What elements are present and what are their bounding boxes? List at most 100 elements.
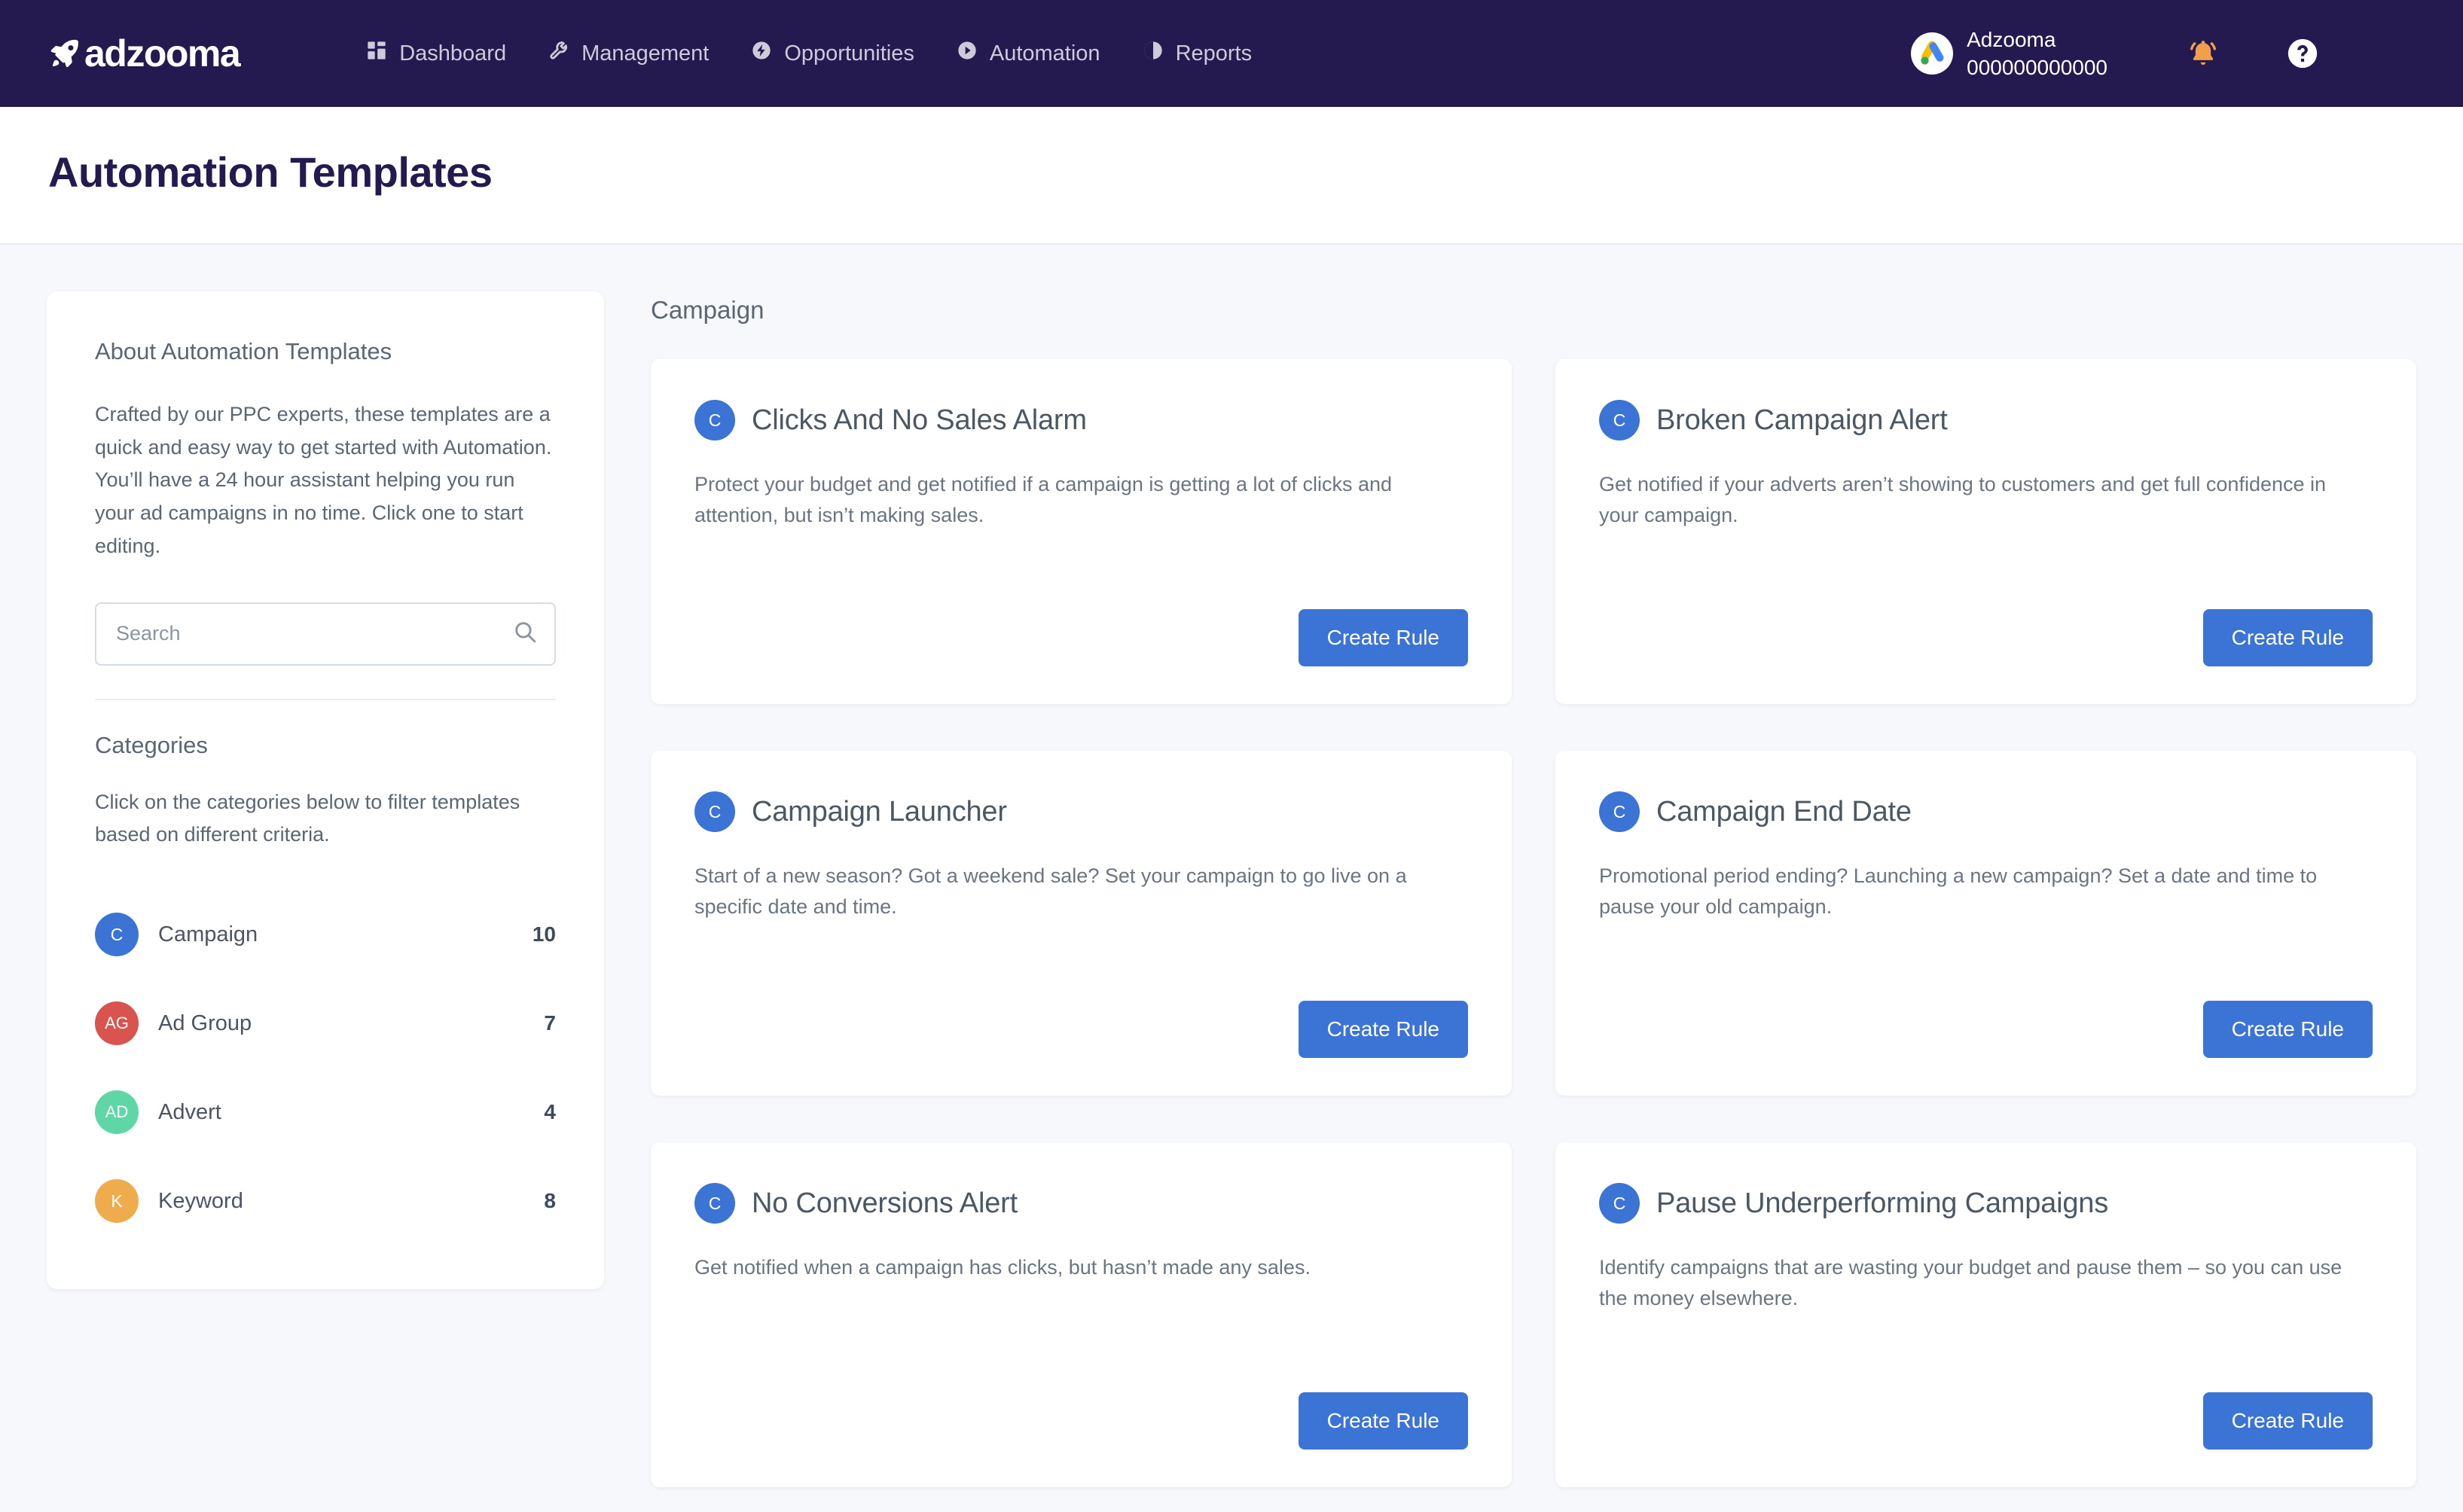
category-count: 4 — [544, 1100, 556, 1124]
create-rule-button[interactable]: Create Rule — [1298, 1001, 1468, 1058]
category-label: Ad Group — [158, 1011, 252, 1035]
grid-icon — [366, 40, 387, 67]
category-label: Keyword — [158, 1188, 243, 1213]
template-description: Start of a new season? Got a weekend sal… — [694, 864, 1407, 919]
rocket-icon — [48, 37, 81, 70]
category-list: C Campaign 10 AG Ad Group 7 AD Advert 4 … — [95, 890, 556, 1245]
template-card-header: C Clicks And No Sales Alarm — [694, 400, 1468, 440]
category-item-ad-group[interactable]: AG Ad Group 7 — [95, 979, 556, 1068]
template-card[interactable]: C Campaign Launcher Start of a new seaso… — [651, 751, 1512, 1096]
template-card-footer: Create Rule — [694, 1001, 1468, 1058]
google-ads-icon — [1911, 32, 1954, 75]
bell-icon[interactable] — [2186, 36, 2220, 71]
template-card[interactable]: C Clicks And No Sales Alarm Protect your… — [651, 359, 1512, 704]
template-card[interactable]: C No Conversions Alert Get notified when… — [651, 1142, 1512, 1487]
template-title: Pause Underperforming Campaigns — [1656, 1187, 2109, 1219]
brand-logo[interactable]: adzooma — [48, 32, 241, 75]
about-heading: About Automation Templates — [95, 338, 392, 364]
page-title-band: Automation Templates — [0, 107, 2463, 245]
template-card-header: C Campaign Launcher — [694, 791, 1468, 832]
nav-label-management: Management — [581, 41, 710, 66]
category-item-advert[interactable]: AD Advert 4 — [95, 1068, 556, 1157]
page-body: About Automation Templates Crafted by ou… — [0, 245, 2463, 1512]
campaign-badge-icon: C — [694, 1183, 735, 1224]
category-label: Campaign — [158, 922, 258, 947]
create-rule-button[interactable]: Create Rule — [2202, 1001, 2373, 1058]
nav-item-opportunities[interactable]: Opportunities — [751, 40, 914, 67]
category-badge-icon: C — [95, 913, 139, 957]
template-card-footer: Create Rule — [694, 1392, 1468, 1450]
template-card-footer: Create Rule — [694, 609, 1468, 666]
template-card-footer: Create Rule — [1599, 609, 2373, 666]
create-rule-button[interactable]: Create Rule — [1298, 1392, 1468, 1450]
template-card-header: C Campaign End Date — [1599, 791, 2373, 832]
template-card-header: C Broken Campaign Alert — [1599, 400, 2373, 440]
template-description: Promotional period ending? Launching a n… — [1599, 864, 2318, 919]
template-title: Campaign Launcher — [752, 795, 1007, 828]
nav-label-automation: Automation — [989, 41, 1100, 66]
about-text: Crafted by our PPC experts, these templa… — [95, 403, 552, 557]
template-title: Broken Campaign Alert — [1656, 404, 1948, 436]
main-nav-items: Dashboard Management Opportunities Autom… — [366, 40, 1252, 67]
nav-item-reports[interactable]: Reports — [1143, 40, 1253, 67]
categories-text: Click on the categories below to filter … — [95, 790, 520, 846]
search-box[interactable] — [95, 602, 556, 666]
main-content: Campaign C Clicks And No Sales Alarm Pro… — [651, 291, 2416, 1487]
category-item-campaign[interactable]: C Campaign 10 — [95, 890, 556, 979]
template-card-grid: C Clicks And No Sales Alarm Protect your… — [651, 359, 2416, 1487]
page-title: Automation Templates — [48, 148, 493, 196]
create-rule-button[interactable]: Create Rule — [2202, 1392, 2373, 1450]
account-switcher[interactable]: Adzooma 000000000000 — [1911, 26, 2107, 81]
category-badge-icon: AG — [95, 1001, 139, 1046]
template-card[interactable]: C Broken Campaign Alert Get notified if … — [1555, 359, 2416, 704]
template-card-footer: Create Rule — [1599, 1392, 2373, 1450]
template-title: No Conversions Alert — [752, 1187, 1018, 1219]
category-count: 10 — [532, 922, 556, 947]
template-card-header: C Pause Underperforming Campaigns — [1599, 1183, 2373, 1224]
category-badge-icon: AD — [95, 1090, 139, 1135]
template-description: Protect your budget and get notified if … — [694, 473, 1393, 527]
template-description: Get notified when a campaign has clicks,… — [694, 1256, 1311, 1279]
top-navigation-bar: adzooma Dashboard Management Opportuniti… — [0, 0, 2463, 107]
category-badge-icon: K — [95, 1179, 139, 1224]
lightning-bolt-circle-icon — [751, 40, 772, 67]
campaign-badge-icon: C — [1599, 1183, 1640, 1224]
search-input[interactable] — [116, 622, 512, 646]
nav-label-reports: Reports — [1175, 41, 1253, 66]
hamburger-menu-icon[interactable] — [2385, 41, 2421, 66]
category-count: 7 — [544, 1011, 556, 1035]
campaign-badge-icon: C — [694, 791, 735, 832]
template-title: Campaign End Date — [1656, 795, 1912, 828]
search-icon[interactable] — [512, 619, 538, 648]
brand-name: adzooma — [84, 32, 241, 75]
categories-heading: Categories — [95, 731, 208, 758]
nav-item-automation[interactable]: Automation — [957, 40, 1100, 67]
sidebar-divider — [95, 698, 556, 700]
create-rule-button[interactable]: Create Rule — [1298, 609, 1468, 666]
account-name: Adzooma — [1967, 28, 2056, 51]
template-card[interactable]: C Pause Underperforming Campaigns Identi… — [1555, 1142, 2416, 1487]
template-description: Get notified if your adverts aren’t show… — [1599, 473, 2327, 527]
pie-chart-icon — [1143, 40, 1164, 67]
play-circle-icon — [957, 40, 978, 67]
nav-label-dashboard: Dashboard — [399, 41, 507, 66]
nav-actions — [2186, 36, 2421, 71]
template-title: Clicks And No Sales Alarm — [752, 404, 1087, 436]
sidebar-panel: About Automation Templates Crafted by ou… — [47, 291, 604, 1290]
category-item-keyword[interactable]: K Keyword 8 — [95, 1157, 556, 1245]
campaign-badge-icon: C — [694, 400, 735, 440]
account-meta: Adzooma 000000000000 — [1967, 26, 2107, 81]
create-rule-button[interactable]: Create Rule — [2202, 609, 2373, 666]
nav-label-opportunities: Opportunities — [784, 41, 914, 66]
template-description: Identify campaigns that are wasting your… — [1599, 1256, 2342, 1310]
template-card-footer: Create Rule — [1599, 1001, 2373, 1058]
category-label: Advert — [158, 1099, 221, 1124]
help-circle-icon[interactable] — [2285, 36, 2320, 71]
campaign-badge-icon: C — [1599, 791, 1640, 832]
template-card-header: C No Conversions Alert — [694, 1183, 1468, 1224]
template-card[interactable]: C Campaign End Date Promotional period e… — [1555, 751, 2416, 1096]
nav-item-management[interactable]: Management — [548, 40, 709, 67]
section-title: Campaign — [651, 296, 765, 324]
campaign-badge-icon: C — [1599, 400, 1640, 440]
nav-item-dashboard[interactable]: Dashboard — [366, 40, 506, 67]
